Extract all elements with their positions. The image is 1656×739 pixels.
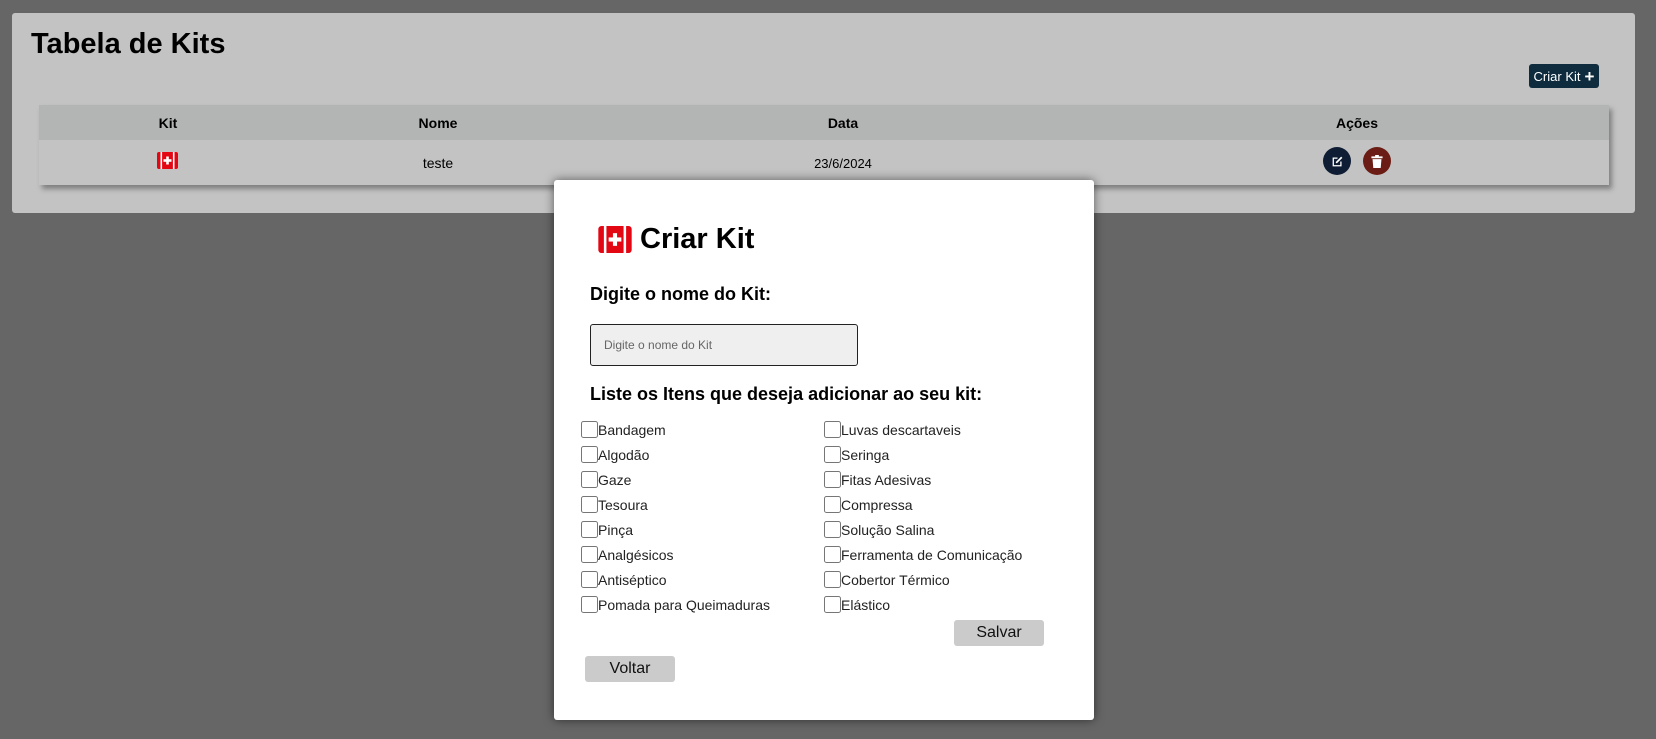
back-button[interactable]: Voltar: [585, 656, 675, 682]
item-label: Tesoura: [598, 496, 648, 513]
save-button[interactable]: Salvar: [954, 620, 1044, 646]
kits-table: Kit Nome Data Ações teste 23/6/2024: [39, 105, 1609, 185]
item-luvas-descartaveis[interactable]: Luvas descartaveis: [824, 417, 1022, 442]
item-cobertor-termico[interactable]: Cobertor Térmico: [824, 567, 1022, 592]
item-checkbox[interactable]: [581, 471, 598, 488]
item-label: Ferramenta de Comunicação: [841, 546, 1023, 563]
create-kit-modal: Criar Kit Digite o nome do Kit: Liste os…: [554, 180, 1094, 720]
item-label: Seringa: [841, 446, 890, 463]
item-checkbox[interactable]: [824, 596, 841, 613]
item-gaze[interactable]: Gaze: [581, 467, 770, 492]
create-kit-button-label: Criar Kit: [1533, 68, 1581, 84]
plus-icon: +: [1584, 66, 1595, 86]
item-checkbox[interactable]: [824, 521, 841, 538]
item-label: Antiséptico: [598, 571, 667, 588]
item-antiseptico[interactable]: Antiséptico: [581, 567, 770, 592]
item-label: Elástico: [841, 596, 891, 613]
item-checkbox[interactable]: [824, 496, 841, 513]
item-pomada-para-queimaduras[interactable]: Pomada para Queimaduras: [581, 592, 770, 617]
item-label: Luvas descartaveis: [841, 421, 961, 438]
item-label: Fitas Adesivas: [841, 471, 932, 488]
item-bandagem[interactable]: Bandagem: [581, 417, 770, 442]
column-header-acoes: Ações: [1335, 115, 1379, 131]
row-data: 23/6/2024: [814, 156, 872, 171]
kit-name-input[interactable]: [590, 324, 858, 366]
delete-kit-button[interactable]: [1363, 147, 1391, 175]
items-column-right: Luvas descartaveis Seringa Fitas Adesivas C…: [824, 417, 1022, 617]
item-checkbox[interactable]: [581, 571, 598, 588]
modal-header: Criar Kit: [598, 223, 754, 256]
item-pinca[interactable]: Pinça: [581, 517, 770, 542]
kit-name-label: Digite o nome do Kit:: [590, 284, 771, 304]
item-checkbox[interactable]: [824, 571, 841, 588]
item-compressa[interactable]: Compressa: [824, 492, 1022, 517]
item-checkbox[interactable]: [824, 546, 841, 563]
item-label: Compressa: [841, 496, 913, 513]
column-header-kit: Kit: [158, 115, 178, 131]
edit-kit-button[interactable]: [1323, 147, 1351, 175]
edit-icon: [1332, 156, 1342, 166]
modal-title: Criar Kit: [640, 223, 755, 255]
column-header-nome: Nome: [418, 115, 458, 131]
item-label: Gaze: [598, 471, 632, 488]
trash-icon: [1371, 154, 1383, 168]
create-kit-button[interactable]: Criar Kit +: [1529, 64, 1599, 88]
first-aid-kit-icon: [598, 226, 632, 253]
item-label: Analgésicos: [598, 546, 674, 563]
item-label: Cobertor Térmico: [841, 571, 950, 588]
row-nome: teste: [422, 155, 454, 171]
items-label: Liste os Itens que deseja adicionar ao s…: [590, 384, 983, 404]
first-aid-kit-icon: [157, 152, 178, 169]
item-fitas-adesivas[interactable]: Fitas Adesivas: [824, 467, 1022, 492]
item-checkbox[interactable]: [581, 546, 598, 563]
item-label: Pinça: [598, 521, 634, 538]
item-analgesicos[interactable]: Analgésicos: [581, 542, 770, 567]
item-label: Algodão: [598, 446, 650, 463]
item-label: Solução Salina: [841, 521, 935, 538]
column-header-data: Data: [827, 115, 859, 131]
page-title: Tabela de Kits: [31, 28, 226, 60]
item-checkbox[interactable]: [581, 596, 598, 613]
item-checkbox[interactable]: [824, 446, 841, 463]
item-seringa[interactable]: Seringa: [824, 442, 1022, 467]
item-checkbox[interactable]: [824, 421, 841, 438]
item-tesoura[interactable]: Tesoura: [581, 492, 770, 517]
item-solucao-salina[interactable]: Solução Salina: [824, 517, 1022, 542]
item-label: Bandagem: [598, 421, 666, 438]
item-checkbox[interactable]: [581, 446, 598, 463]
item-checkbox[interactable]: [581, 521, 598, 538]
item-algodao[interactable]: Algodão: [581, 442, 770, 467]
item-label: Pomada para Queimaduras: [598, 596, 770, 613]
item-ferramenta-de-comunicacao[interactable]: Ferramenta de Comunicação: [824, 542, 1022, 567]
items-column-left: Bandagem Algodão Gaze Tesoura Pinça Analgésic…: [581, 417, 770, 617]
item-checkbox[interactable]: [581, 496, 598, 513]
item-checkbox[interactable]: [581, 421, 598, 438]
item-checkbox[interactable]: [824, 471, 841, 488]
item-elastico[interactable]: Elástico: [824, 592, 1022, 617]
